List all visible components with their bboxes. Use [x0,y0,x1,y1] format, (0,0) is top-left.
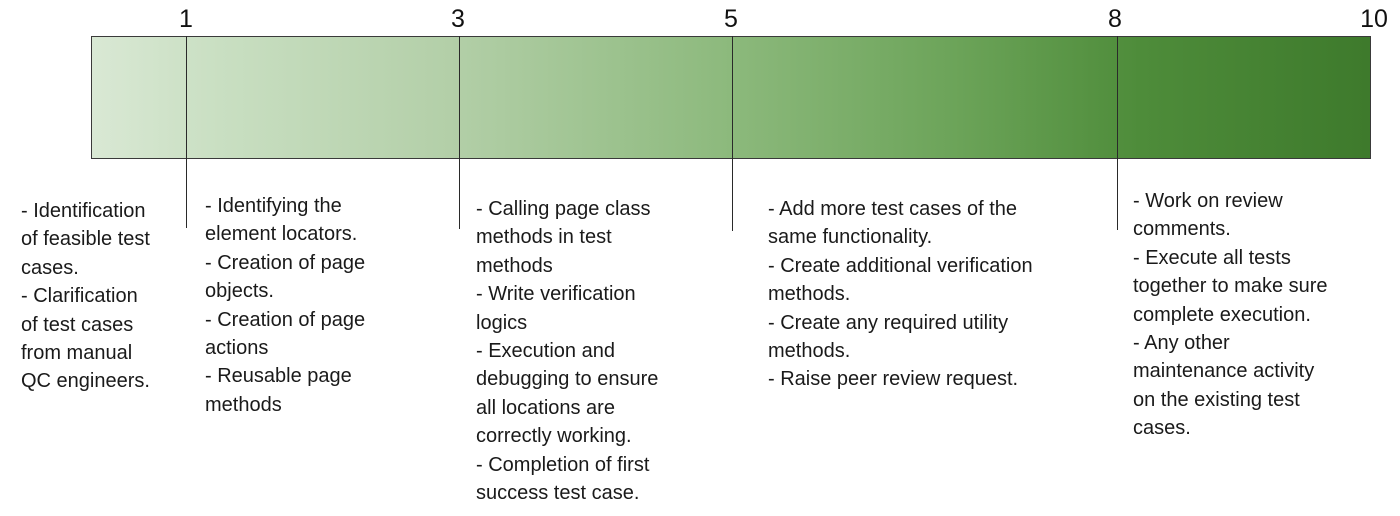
stage-notes-1: - Identification of feasible test cases.… [21,197,150,396]
tick-line-8 [1117,36,1118,230]
note-line: of feasible test [21,228,150,251]
tick-line-1 [186,36,187,228]
note-line: methods. [768,283,851,306]
note-line: - Create additional verification [768,254,1033,277]
note-line: - Execution and [476,340,615,363]
tick-label-3: 3 [451,5,465,33]
tick-line-3 [459,36,460,229]
note-line: - Completion of first [476,453,650,476]
note-line: cases. [1133,417,1191,440]
tick-label-10: 10 [1360,5,1388,33]
note-line: QC engineers. [21,370,150,393]
note-line: logics [476,311,528,334]
note-line: - Calling page class [476,198,651,220]
note-line: - Raise peer review request. [768,368,1019,391]
note-line: cases. [21,256,79,279]
note-line: - Identification [21,200,146,222]
effort-scale-bar [91,36,1371,159]
note-line: - Reusable page [205,365,352,388]
note-line: - Write verification [476,283,636,306]
note-line: objects. [205,280,274,303]
note-line: methods in test [476,226,612,249]
note-line: of test cases [21,313,134,336]
note-line: together to make sure [1133,275,1328,298]
note-line: methods. [768,340,851,363]
tick-line-5 [732,36,733,231]
stage-notes-5-8: - Add more test cases of the same functi… [768,195,1033,394]
note-line: actions [205,337,269,360]
note-line: - Add more test cases of the [768,198,1018,220]
note-line: - Clarification [21,285,138,308]
tick-label-5: 5 [724,5,738,33]
tick-label-1: 1 [179,5,193,33]
note-line: correctly working. [476,425,632,448]
note-line: methods [205,393,282,416]
note-line: - Work on review [1133,190,1283,212]
stage-notes-3-5: - Calling page class methods in test met… [476,195,658,507]
note-line: - Creation of page [205,251,366,274]
note-line: comments. [1133,218,1231,241]
stage-notes-8-10: - Work on review comments. - Execute all… [1133,187,1328,443]
note-line: same functionality. [768,226,933,249]
note-line: on the existing test [1133,388,1300,411]
note-line: methods [476,254,553,277]
note-line: - Execute all tests [1133,246,1291,269]
note-line: from manual [21,342,133,365]
note-line: complete execution. [1133,303,1311,326]
stage-notes-1-3: - Identifying the element locators. - Cr… [205,192,365,419]
note-line: - Creation of page [205,308,366,331]
note-line: all locations are [476,396,615,419]
note-line: - Identifying the [205,195,342,217]
note-line: element locators. [205,223,358,246]
note-line: - Any other [1133,332,1230,355]
note-line: - Create any required utility [768,311,1009,334]
note-line: success test case. [476,482,640,505]
tick-label-8: 8 [1108,5,1122,33]
note-line: maintenance activity [1133,360,1315,383]
note-line: debugging to ensure [476,368,659,391]
